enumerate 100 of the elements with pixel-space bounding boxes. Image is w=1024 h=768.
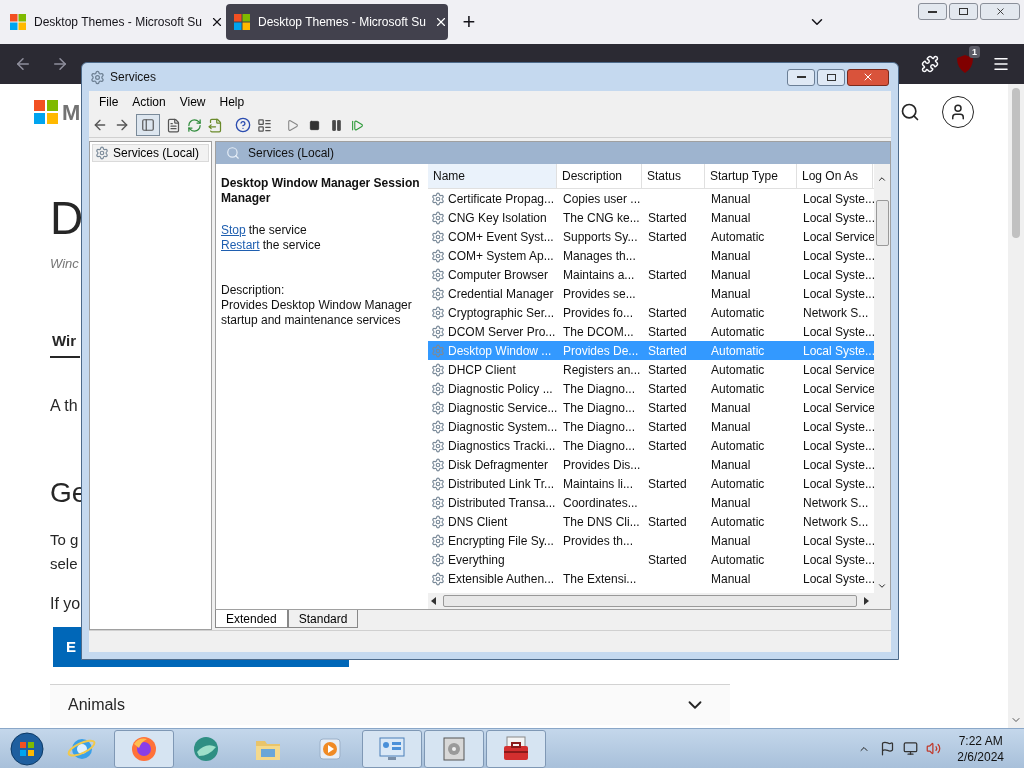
table-cell-text: DHCP Client [448,361,516,379]
table-cell: Automatic [711,343,765,358]
table-row[interactable]: Diagnostic Service... The Diagno... Started Manual Local Service [428,398,874,417]
column-header[interactable]: Startup Type [705,164,797,188]
column-header[interactable]: Name [428,164,557,188]
accordion-header[interactable]: Animals [50,685,730,725]
table-cell-text: DNS Client [448,513,508,531]
table-cell: Automatic [711,229,765,244]
browser-tab[interactable]: Desktop Themes - Microsoft Su [226,4,448,40]
table-cell: The Diagno... [563,381,636,396]
table-row[interactable]: COM+ Event Syst... Supports Sy... Started Automatic Local Service [428,227,874,246]
menu-item[interactable]: Action [125,93,173,111]
tree-item[interactable]: Services (Local) [92,144,209,162]
table-cell: Local Syste... [803,533,876,548]
table-cell-text: Diagnostic Service... [448,399,558,417]
column-header[interactable]: Description [557,164,642,188]
menu-item[interactable]: View [172,93,213,111]
table-cell: Registers an... [563,362,641,377]
menu-item[interactable]: File [92,93,126,111]
table-cell: Automatic [711,514,765,529]
window-title: Services [110,69,156,86]
table-cell: Local Syste... [803,210,876,225]
service-title: Desktop Window Manager Session Manager [221,176,421,206]
table-cell: Copies user ... [563,191,641,206]
table-row[interactable]: Diagnostic Policy ... The Diagno... Started Automatic Local Service [428,379,874,398]
table-row[interactable]: DHCP Client Registers an... Started Automatic Local Service [428,360,874,379]
table-row[interactable]: Diagnostic System... The Diagno... Started Manual Local Syste... [428,417,874,436]
column-header[interactable]: Status [642,164,705,188]
table-cell: Manages th... [563,248,636,263]
table-cell: Local Syste... [803,457,876,472]
table-row[interactable]: Cryptographic Ser... Provides fo... Started Automatic Network S... [428,303,874,322]
table-cell: Provides fo... [563,305,634,320]
table-row[interactable]: Distributed Transa... Coordinates... Manual Network S... [428,493,874,512]
page-heading: D [50,191,84,246]
service-description: Provides Desktop Window Manager startup and maintenance services [221,298,413,328]
table-row[interactable]: Diagnostics Tracki... The Diagno... Started Automatic Local Syste... [428,436,874,455]
table-cell: Started [648,229,687,244]
table-row[interactable]: Computer Browser Maintains a... Started Manual Local Syste... [428,265,874,284]
view-tab[interactable]: Extended [215,610,288,628]
table-cell-text: Encrypting File Sy... [448,532,554,550]
table-cell-text: Distributed Transa... [448,494,556,512]
table-cell: Local Syste... [803,552,876,567]
tab-title: Desktop Themes - Microsoft Su [34,14,202,31]
table-cell-text: Cryptographic Ser... [448,304,555,322]
action-link[interactable]: Restart [221,238,260,253]
table-row[interactable]: Credential Manager Provides se... Manual Local Syste... [428,284,874,303]
new-tab-button[interactable]: + [454,7,484,37]
table-cell: Automatic [711,381,765,396]
table-cell: Automatic [711,305,765,320]
table-cell: Automatic [711,362,765,377]
table-cell: Started [648,514,687,529]
pane-title: Services (Local) [248,145,335,162]
table-row[interactable]: Certificate Propag... Copies user ... Manual Local Syste... [428,189,874,208]
table-cell: Local Service [803,400,876,415]
action-text: the service [262,238,321,253]
table-row[interactable]: Everything Started Automatic Local Syste... [428,550,874,569]
table-cell: Manual [711,267,751,282]
table-cell: Local Syste... [803,286,876,301]
table-cell: The Diagno... [563,419,636,434]
table-row[interactable]: Encrypting File Sy... Provides th... Manual Local Syste... [428,531,874,550]
table-cell: The Diagno... [563,438,636,453]
table-cell: Coordinates... [563,495,638,510]
menu-item[interactable]: Help [212,93,252,111]
table-cell: Local Syste... [803,571,876,586]
table-cell: Automatic [711,552,765,567]
table-row[interactable]: COM+ System Ap... Manages th... Manual Local Syste... [428,246,874,265]
table-cell: Maintains li... [563,476,634,491]
table-cell: Started [648,400,687,415]
table-cell: Started [648,438,687,453]
table-cell: Manual [711,495,751,510]
table-row[interactable]: Distributed Link Tr... Maintains li... Started Automatic Local Syste... [428,474,874,493]
table-cell: Automatic [711,476,765,491]
table-row[interactable]: Extensible Authen... The Extensi... Manual Local Syste... [428,569,874,588]
table-cell: Local Service [803,362,876,377]
table-row[interactable]: DNS Client The DNS Cli... Started Automatic Network S... [428,512,874,531]
table-cell: Provides De... [563,343,639,358]
table-cell: The DNS Cli... [563,514,640,529]
table-cell: Started [648,210,687,225]
table-cell: Manual [711,210,751,225]
table-row[interactable]: Disk Defragmenter Provides Dis... Manual Local Syste... [428,455,874,474]
table-cell: Started [648,476,687,491]
table-cell-text: Computer Browser [448,266,549,284]
table-cell: Local Syste... [803,267,876,282]
page-text: A th [50,396,78,416]
column-header[interactable]: Log On As [797,164,873,188]
table-cell: Started [648,419,687,434]
browser-tab[interactable]: Desktop Themes - Microsoft Su [2,4,224,40]
table-row[interactable]: CNG Key Isolation The CNG ke... Started Manual Local Syste... [428,208,874,227]
action-link[interactable]: Stop [221,223,246,238]
table-cell: Network S... [803,514,869,529]
table-cell-text: COM+ Event Syst... [448,228,554,246]
table-cell: The DCOM... [563,324,634,339]
view-tab[interactable]: Standard [287,610,359,628]
page-text: sele [50,554,78,574]
clock[interactable]: 7:22 AM 2/6/2024 [957,732,1004,765]
table-cell-text: Credential Manager [448,285,554,303]
table-cell-text: COM+ System Ap... [448,247,554,265]
table-cell: The CNG ke... [563,210,640,225]
table-row[interactable]: DCOM Server Pro... The DCOM... Started Automatic Local Syste... [428,322,874,341]
description-label: Description: [221,283,286,298]
